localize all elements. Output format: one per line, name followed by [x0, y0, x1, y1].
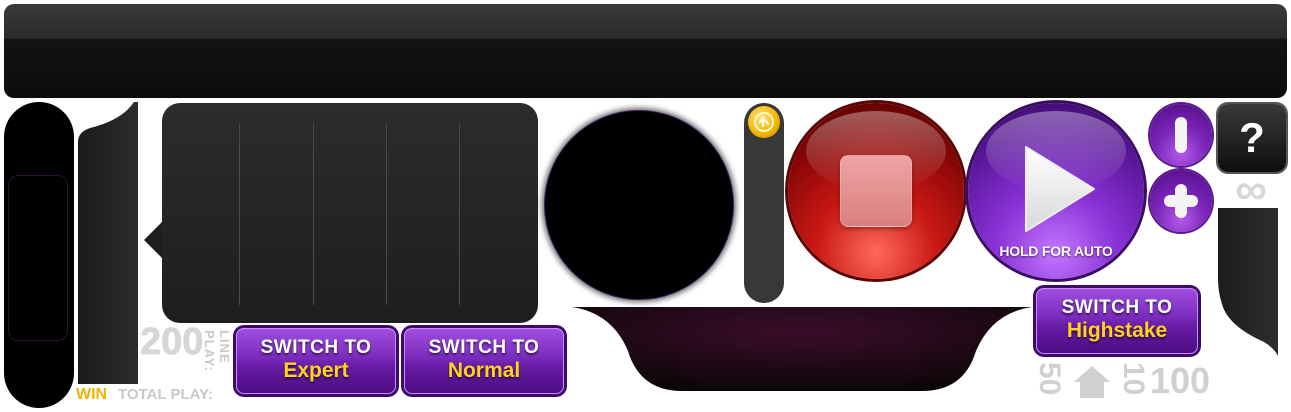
- switch-to-label: SWITCH TO: [1061, 297, 1173, 318]
- bottom-win-tray: [572, 307, 1032, 391]
- bonus-wheel-circle: [544, 110, 734, 300]
- switch-mode-label: Normal: [447, 359, 521, 382]
- increase-bet-button[interactable]: [1150, 170, 1212, 232]
- decrease-bet-button[interactable]: [1150, 104, 1212, 166]
- reel-pointer: [144, 222, 162, 258]
- switch-mode-label: Highstake: [1066, 319, 1168, 342]
- switch-to-normal-button[interactable]: SWITCH TO Normal: [404, 328, 564, 394]
- infinity-icon: ∞: [1235, 165, 1267, 214]
- left-side-tab: [78, 102, 138, 384]
- left-capsule-slot: [8, 175, 68, 341]
- total-play-label: TOTAL PLAY:: [118, 386, 214, 403]
- switch-to-highstake-button[interactable]: SWITCH TO Highstake: [1036, 288, 1198, 354]
- switch-to-expert-button[interactable]: SWITCH TO Expert: [236, 328, 396, 394]
- stop-icon: [840, 155, 912, 227]
- reel-divider: [313, 123, 314, 305]
- stake-100-button[interactable]: 100: [1150, 360, 1210, 402]
- play-icon: [1025, 146, 1095, 232]
- spin-play-button[interactable]: HOLD FOR AUTO: [968, 103, 1144, 279]
- stake-10-button[interactable]: 10: [1116, 362, 1150, 395]
- help-button[interactable]: ?: [1218, 104, 1286, 172]
- switch-mode-label: Expert: [283, 359, 349, 382]
- minus-icon: [1175, 117, 1187, 153]
- hold-for-auto-label: HOLD FOR AUTO: [999, 243, 1113, 259]
- switch-to-label: SWITCH TO: [260, 337, 372, 358]
- reel-board: [162, 103, 538, 323]
- switch-to-label: SWITCH TO: [428, 337, 540, 358]
- reel-divider: [386, 123, 387, 305]
- right-side-tab: [1218, 208, 1278, 356]
- line-play-value: 200: [140, 321, 204, 363]
- help-icon: ?: [1239, 114, 1265, 161]
- stake-50-button[interactable]: 50: [1032, 362, 1066, 395]
- reel-divider: [459, 123, 460, 305]
- home-icon[interactable]: [1072, 364, 1112, 400]
- plus-icon: [1164, 184, 1198, 218]
- coin-icon[interactable]: [748, 106, 780, 138]
- stop-button[interactable]: [788, 103, 964, 279]
- win-label: WIN: [76, 386, 108, 403]
- reel-divider: [239, 123, 240, 305]
- top-header-bar: [4, 4, 1287, 98]
